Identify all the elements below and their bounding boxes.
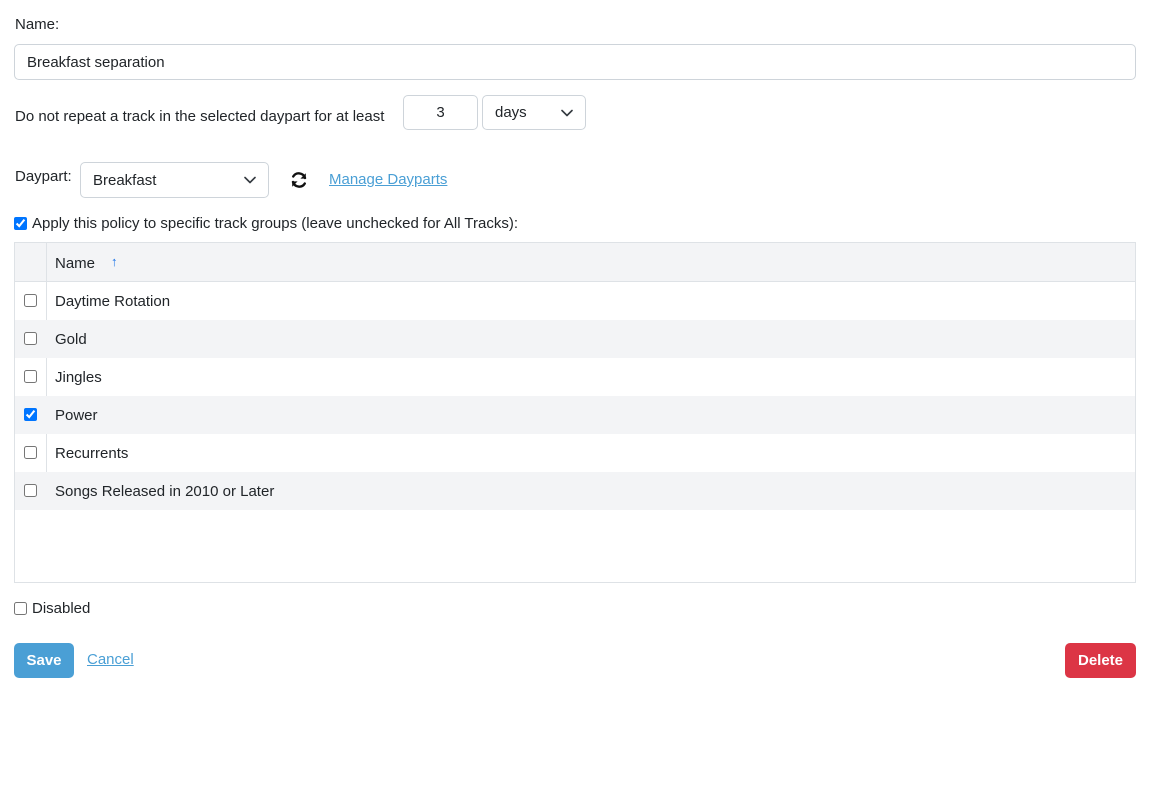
disabled-row[interactable]: Disabled (14, 600, 90, 617)
name-label: Name: (15, 16, 60, 33)
refresh-icon[interactable] (289, 170, 309, 190)
table-row[interactable]: Gold (15, 320, 1135, 358)
row-name-cell: Daytime Rotation (55, 293, 171, 310)
delete-button[interactable]: Delete (1065, 643, 1136, 678)
name-column-header[interactable]: Name (55, 255, 95, 272)
repeat-description: Do not repeat a track in the selected da… (15, 108, 385, 125)
disabled-checkbox[interactable] (14, 602, 27, 615)
apply-policy-label: Apply this policy to specific track grou… (32, 215, 519, 232)
table-row[interactable]: Jingles (15, 358, 1135, 396)
cancel-link[interactable]: Cancel (87, 651, 134, 668)
chevron-down-icon (561, 109, 573, 116)
name-input[interactable] (14, 44, 1136, 80)
repeat-period-input[interactable] (403, 95, 478, 130)
repeat-unit-select[interactable]: days (482, 95, 586, 130)
save-button[interactable]: Save (14, 643, 74, 678)
daypart-label: Daypart: (15, 168, 72, 185)
row-checkbox[interactable] (24, 446, 37, 459)
apply-policy-row[interactable]: Apply this policy to specific track grou… (14, 215, 518, 232)
chevron-down-icon (244, 176, 256, 184)
table-row[interactable]: Songs Released in 2010 or Later (15, 472, 1135, 510)
table-row[interactable]: Recurrents (15, 434, 1135, 472)
row-name-cell: Songs Released in 2010 or Later (55, 483, 275, 500)
row-checkbox[interactable] (24, 370, 37, 383)
row-name-cell: Jingles (55, 369, 102, 386)
row-checkbox[interactable] (24, 484, 37, 497)
arrow-up-icon[interactable]: ↑ (111, 254, 118, 269)
row-name-cell: Gold (55, 331, 87, 348)
disabled-label: Disabled (32, 600, 91, 617)
grid-header: Name ↑ (15, 243, 1135, 282)
row-checkbox[interactable] (24, 294, 37, 307)
repeat-unit-value: days (495, 104, 527, 121)
track-groups-grid: Name ↑ Daytime Rotation Gold Jingles Power R… (14, 242, 1136, 583)
row-checkbox[interactable] (24, 408, 37, 421)
daypart-value: Breakfast (93, 171, 157, 189)
manage-dayparts-link[interactable]: Manage Dayparts (329, 171, 447, 188)
row-name-cell: Recurrents (55, 445, 129, 462)
apply-policy-checkbox[interactable] (14, 217, 27, 230)
daypart-select[interactable]: Breakfast (80, 162, 269, 198)
row-name-cell: Power (55, 407, 98, 424)
table-row[interactable]: Daytime Rotation (15, 282, 1135, 320)
row-checkbox[interactable] (24, 332, 37, 345)
table-row[interactable]: Power (15, 396, 1135, 434)
